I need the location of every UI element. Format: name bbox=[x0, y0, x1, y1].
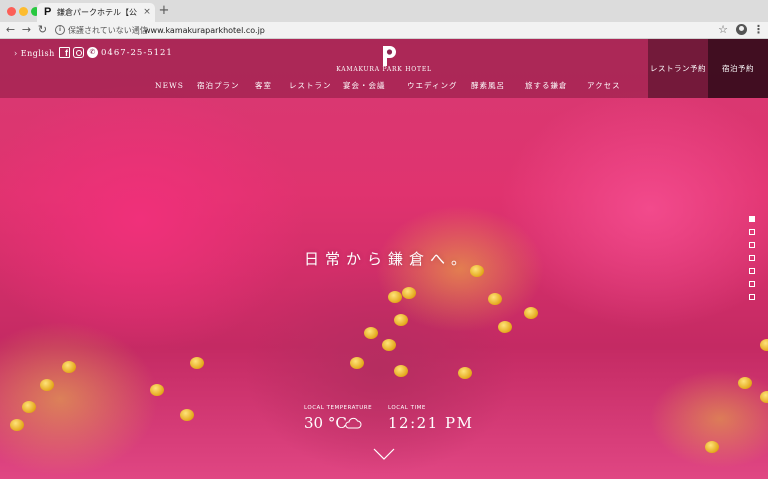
flower-stamen bbox=[705, 441, 719, 453]
flower-stamen bbox=[498, 321, 512, 333]
instagram-icon[interactable] bbox=[73, 47, 84, 58]
nav-rooms[interactable]: 客室 bbox=[255, 79, 272, 93]
star-icon[interactable]: ☆ bbox=[717, 23, 729, 37]
nav-enzyme-bath[interactable]: 酵素風呂 bbox=[471, 79, 505, 93]
flower-stamen bbox=[738, 377, 752, 389]
info-icon[interactable]: i bbox=[55, 25, 65, 35]
flower-stamen bbox=[760, 339, 768, 351]
flower-stamen bbox=[524, 307, 538, 319]
nav-travel[interactable]: 旅する鎌倉 bbox=[525, 79, 568, 93]
chevron-down-icon[interactable] bbox=[373, 447, 395, 461]
security-status[interactable]: 保護されていない通信 bbox=[68, 24, 148, 37]
reload-icon[interactable]: ↻ bbox=[36, 23, 49, 37]
nav-banquet[interactable]: 宴会・会議 bbox=[343, 79, 386, 93]
flower-stamen bbox=[760, 391, 768, 403]
slide-dot[interactable] bbox=[749, 268, 755, 274]
flower-stamen bbox=[22, 401, 36, 413]
browser-toolbar: ← → ↻ i 保護されていない通信 www.kamakuraparkhotel… bbox=[0, 22, 768, 39]
temperature-label: LOCAL TEMPERATURE bbox=[304, 405, 373, 411]
nav-stay-plans[interactable]: 宿泊プラン bbox=[197, 79, 240, 93]
flower-stamen bbox=[394, 365, 408, 377]
flower-stamen bbox=[40, 379, 54, 391]
menu-icon[interactable]: ⋮ bbox=[753, 23, 764, 37]
facebook-icon[interactable]: f bbox=[59, 47, 70, 58]
tab-favicon-icon: P bbox=[44, 6, 52, 18]
flower-stamen bbox=[150, 384, 164, 396]
time-label: LOCAL TIME bbox=[388, 405, 426, 411]
hero-section: › English f ✆ 0467-25-5121 KAMAKURA PARK… bbox=[0, 39, 768, 479]
main-navigation: NEWS 宿泊プラン 客室 レストラン 宴会・会議 ウエディング 酵素風呂 旅す… bbox=[148, 79, 628, 93]
flower-stamen bbox=[190, 357, 204, 369]
slide-dot[interactable] bbox=[749, 216, 755, 222]
slide-dot[interactable] bbox=[749, 229, 755, 235]
forward-arrow-icon[interactable]: → bbox=[20, 23, 33, 37]
flower-stamen bbox=[488, 293, 502, 305]
nav-restaurant[interactable]: レストラン bbox=[289, 79, 332, 93]
tab-close-icon[interactable]: × bbox=[142, 6, 152, 18]
time-value: 12:21 PM bbox=[388, 414, 474, 432]
flower-stamen bbox=[180, 409, 194, 421]
browser-tab-bar: P 鎌倉パークホテル【公式】| KAMAKURA PARK HOTEL × + bbox=[0, 0, 768, 22]
profile-icon[interactable] bbox=[736, 24, 747, 35]
hotel-logo-text[interactable]: KAMAKURA PARK HOTEL bbox=[334, 65, 434, 75]
slide-dot[interactable] bbox=[749, 294, 755, 300]
tab-title: 鎌倉パークホテル【公式】| KAMAKURA PARK HOTEL bbox=[57, 8, 137, 17]
nav-news[interactable]: NEWS bbox=[155, 79, 184, 93]
flower-stamen bbox=[458, 367, 472, 379]
nav-wedding[interactable]: ウエディング bbox=[407, 79, 457, 93]
slide-dot[interactable] bbox=[749, 242, 755, 248]
slide-pagination bbox=[748, 216, 756, 306]
phone-icon[interactable]: ✆ bbox=[87, 47, 98, 58]
site-header: › English f ✆ 0467-25-5121 KAMAKURA PARK… bbox=[0, 39, 768, 98]
flower-stamen bbox=[394, 314, 408, 326]
url-text[interactable]: www.kamakuraparkhotel.co.jp bbox=[144, 24, 265, 37]
flower-stamen bbox=[62, 361, 76, 373]
stay-reservation-button[interactable]: 宿泊予約 bbox=[708, 39, 768, 98]
address-bar-divider bbox=[138, 26, 139, 35]
window-minimize-icon[interactable] bbox=[19, 7, 28, 16]
flower-stamen bbox=[382, 339, 396, 351]
phone-number[interactable]: 0467-25-5121 bbox=[101, 47, 173, 59]
address-bar[interactable]: i 保護されていない通信 www.kamakuraparkhotel.co.jp bbox=[52, 23, 712, 38]
flower-stamen bbox=[402, 287, 416, 299]
flower-stamen bbox=[10, 419, 24, 431]
english-link[interactable]: › English bbox=[14, 48, 55, 60]
back-arrow-icon[interactable]: ← bbox=[4, 23, 17, 37]
flower-stamen bbox=[350, 357, 364, 369]
slide-dot[interactable] bbox=[749, 255, 755, 261]
window-close-icon[interactable] bbox=[7, 7, 16, 16]
nav-access[interactable]: アクセス bbox=[587, 79, 621, 93]
restaurant-reservation-button[interactable]: レストラン予約 bbox=[648, 39, 708, 98]
new-tab-button[interactable]: + bbox=[158, 4, 170, 18]
browser-tab[interactable]: P 鎌倉パークホテル【公式】| KAMAKURA PARK HOTEL × bbox=[37, 3, 155, 22]
flower-stamen bbox=[364, 327, 378, 339]
flower-stamen bbox=[388, 291, 402, 303]
hero-tagline: 日常から鎌倉へ。 bbox=[304, 250, 473, 268]
temperature-value: 30 °C bbox=[304, 414, 347, 432]
slide-dot[interactable] bbox=[749, 281, 755, 287]
cloud-icon bbox=[345, 417, 362, 429]
